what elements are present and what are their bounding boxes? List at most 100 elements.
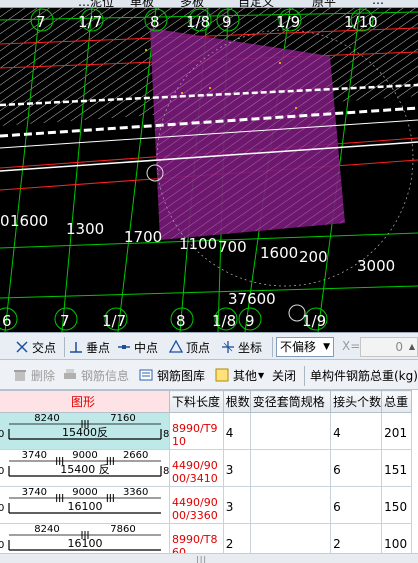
shape-dimension-text: 8240 [34,524,59,535]
axis-label-bottom: 1/7 [102,312,126,330]
shape-left-value: 0 [0,503,4,514]
x-coordinate-value: 0 [395,340,403,354]
table-row[interactable]: 3740 9000 2660 15400 反 0 8004490/9000/34103 61… [0,449,412,487]
scroll-grip-icon: ||| [196,555,208,563]
dimension-total: 37600 [228,290,276,308]
cut-length-cell[interactable]: 4490/9000/3410 [169,449,224,487]
column-header-count[interactable]: 根数 [222,390,251,413]
cut-length-cell[interactable]: 4490/9000/3360 [169,486,224,524]
other-label: 其他 [233,368,258,383]
intersection-label: 交点 [32,340,57,355]
shape-length-text: 15400反 [62,426,108,439]
total-weight-label: 单构件钢筋总重(kg) [310,369,418,383]
intersection-snap-button[interactable]: 交点 [14,337,56,357]
dimension-label: 1300 [66,220,104,238]
shape-left-value: 0 [0,466,4,477]
vertex-snap-button[interactable]: 顶点 [168,337,210,357]
delete-button[interactable]: 删除 [12,366,55,384]
joint-count-cell[interactable]: 6 [330,449,383,487]
shape-right-value: 800 [163,429,170,440]
rebar-table: 图形 下料长度 根数 变径套筒规格 接头个数 总重 8240 7160 15400反… [0,390,418,563]
axis-label-bottom: 1/8 [212,312,236,330]
close-button[interactable]: 关闭 [272,366,296,384]
other-menu-button[interactable]: 其他 ▼ [214,366,264,384]
separator [64,337,65,357]
dimension-label: 200 [299,248,328,266]
table-header-row: 图形 下料长度 根数 变径套筒规格 接头个数 总重 [0,390,412,413]
offset-mode-value: 不偏移 [280,340,317,354]
sleeve-spec-cell[interactable] [249,449,332,487]
dimension-label: 1600 [260,244,298,262]
count-cell[interactable]: 3 [222,486,251,524]
total-weight-cell[interactable]: 201 [381,412,412,450]
total-weight-cell[interactable]: 151 [381,449,412,487]
shape-length-text: 16100 [68,500,103,513]
dimension-label: 1100 [179,235,217,253]
rebar-shape-cell[interactable]: 3740 9000 3360 16100 0 [0,486,171,524]
rebar-shape-cell[interactable]: 3740 9000 2660 15400 反 0 800 [0,449,171,487]
rebar-grid: 图形 下料长度 根数 变径套筒规格 接头个数 总重 8240 7160 15400反… [0,390,412,561]
sleeve-spec-cell[interactable] [249,486,332,524]
shape-right-value: 800 [163,466,170,477]
column-header-length[interactable]: 下料长度 [169,390,224,413]
count-cell[interactable]: 4 [222,412,251,450]
rebar-shape-drawing: 8240 716015400反 0 800 [0,413,170,441]
joint-count-cell[interactable]: 4 [330,412,383,450]
dimension-label: 1600 [10,212,48,230]
cut-length-cell[interactable]: 8990/T910 [169,412,224,450]
rebar-shape-drawing: 3740 9000 3360 16100 0 [0,487,161,514]
axis-label-top: 1/8 [186,13,210,31]
axis-label-top: 8 [150,13,160,31]
shape-dimension-text: 8240 [34,413,59,424]
shape-dimension-text: 3740 [22,450,47,461]
column-header-joints[interactable]: 接头个数 [330,390,383,413]
top-toolbar: …泥位 单板 多板 自定义 原平 … [0,0,418,8]
dimension-label: 1700 [124,228,162,246]
other-icon [214,367,230,383]
top-toolbar-item[interactable]: … [372,0,384,7]
column-header-sleeve[interactable]: 变径套筒规格 [249,390,332,413]
column-header-weight[interactable]: 总重 [381,390,412,413]
table-row[interactable]: 3740 9000 3360 16100 0 4490/9000/33603 6150 [0,486,412,524]
offset-mode-select[interactable]: 不偏移 ▼ [276,337,334,357]
axis-bubbles-bottom [0,307,328,331]
shape-dimension-text: 3360 [123,487,148,498]
joint-count-cell[interactable]: 6 [330,486,383,524]
cad-viewport[interactable]: 7 1/7 8 1/8 9 1/9 1/10 0 1600 1300 1700 … [0,8,418,332]
column-header-shape[interactable]: 图形 [0,390,171,413]
coordinate-snap-button[interactable]: 坐标 [220,337,262,357]
rebar-library-button[interactable]: 钢筋图库 [138,366,205,384]
axis-label-bottom: 8 [176,312,186,330]
chevron-down-icon: ▼ [258,370,265,380]
shape-dimension-text: 7860 [110,524,135,535]
app-window: …泥位 单板 多板 自定义 原平 … 7 1/7 8 1/8 9 1/9 1/1… [0,0,418,563]
perpendicular-snap-button[interactable]: 垂点 [68,337,110,357]
sleeve-spec-cell[interactable] [249,412,332,450]
vertex-icon [168,339,184,355]
rebar-shape-cell[interactable]: 8240 716015400反 0 800 [0,412,171,450]
count-cell[interactable]: 3 [222,449,251,487]
axis-label-bottom: 9 [245,312,255,330]
axis-label-bottom: 7 [60,312,70,330]
top-toolbar-item[interactable]: 自定义 [238,0,274,7]
dimension-label: 700 [218,238,247,256]
x-coordinate-input[interactable]: 0 ▲▼ [360,337,418,369]
snap-toolbar: 交点 垂点 中点 顶点 坐标 不偏移 ▼ X= 0 ▲ [0,332,418,369]
axis-label-bottom: 1/9 [302,312,326,330]
rebar-info-button[interactable]: 钢筋信息 [62,366,129,384]
cad-drawing: 7 1/7 8 1/8 9 1/9 1/10 0 1600 1300 1700 … [0,8,418,332]
separator [272,337,273,357]
delete-label: 删除 [31,368,56,383]
midpoint-snap-button[interactable]: 中点 [116,337,158,357]
horizontal-scrollbar[interactable]: ||| [0,553,418,563]
shape-length-text: 16100 [68,537,103,550]
top-toolbar-item[interactable]: 单板 [130,0,154,7]
top-toolbar-item[interactable]: …泥位 [78,0,114,7]
top-toolbar-item[interactable]: 原平 [312,0,336,7]
total-weight-cell[interactable]: 150 [381,486,412,524]
axis-label-top: 1/7 [78,13,102,31]
table-row[interactable]: 8240716015400反08008990/T91044201 [0,412,412,450]
rebar-shape-drawing: 3740 9000 2660 15400 反 0 800 [0,450,170,478]
top-toolbar-item[interactable]: 多板 [180,0,204,7]
axis-label-top: 7 [36,13,46,31]
